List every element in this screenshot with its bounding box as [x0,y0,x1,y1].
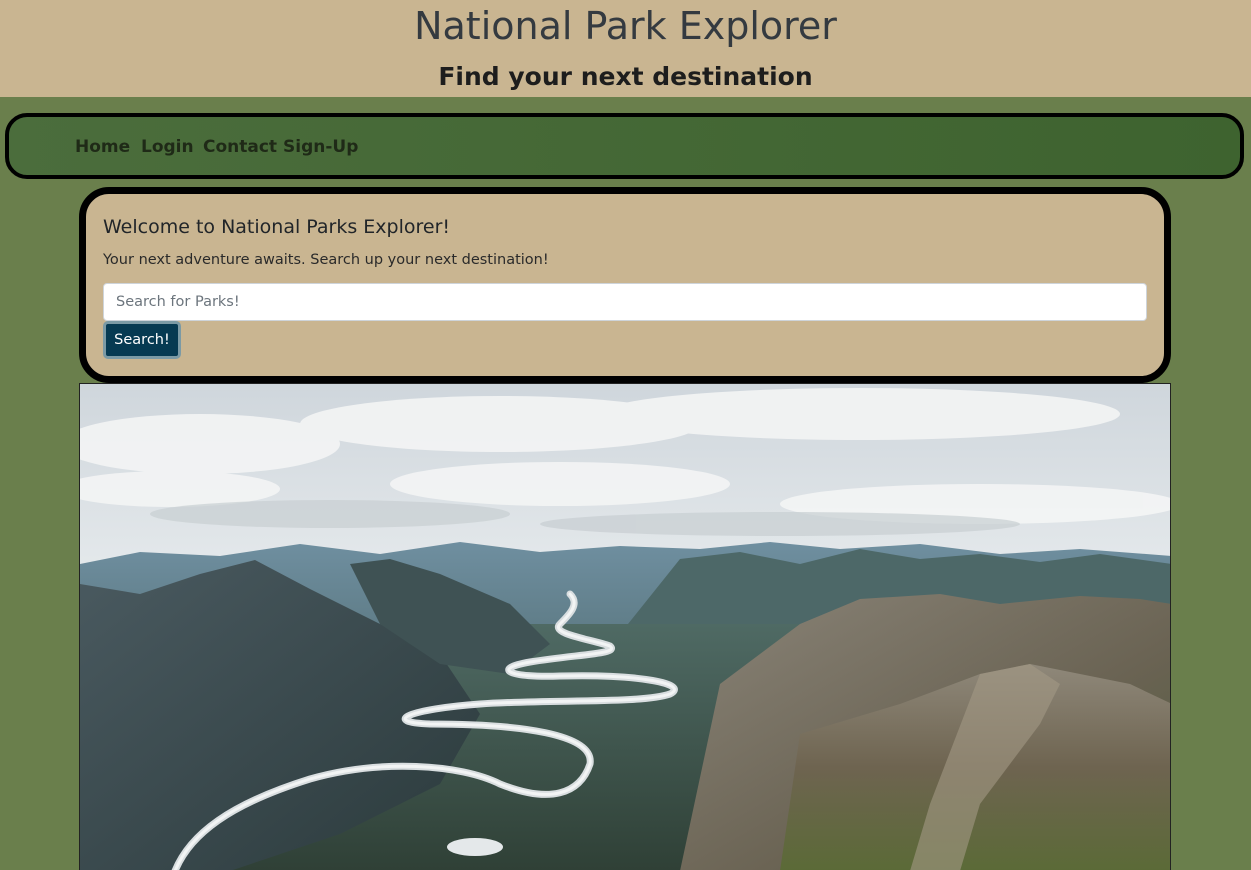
welcome-title: Welcome to National Parks Explorer! [103,216,451,238]
nav-login-link[interactable]: Login [141,136,194,158]
welcome-card: Welcome to National Parks Explorer! Your… [79,187,1171,383]
landscape-image [80,384,1170,870]
park-search-input[interactable] [103,283,1147,321]
site-title: National Park Explorer [414,4,837,48]
site-header: National Park Explorer Find your next de… [0,0,1251,97]
nav-home-link[interactable]: Home [75,136,130,158]
site-subtitle: Find your next destination [438,62,813,91]
hero-image [79,383,1171,870]
nav-signup-link[interactable]: Sign-Up [283,136,358,158]
nav-contact-link[interactable]: Contact [203,136,277,158]
main-navbar: Home Login Contact Sign-Up [5,113,1244,179]
welcome-text: Your next adventure awaits. Search up yo… [103,252,549,268]
search-button[interactable]: Search! [103,321,181,359]
